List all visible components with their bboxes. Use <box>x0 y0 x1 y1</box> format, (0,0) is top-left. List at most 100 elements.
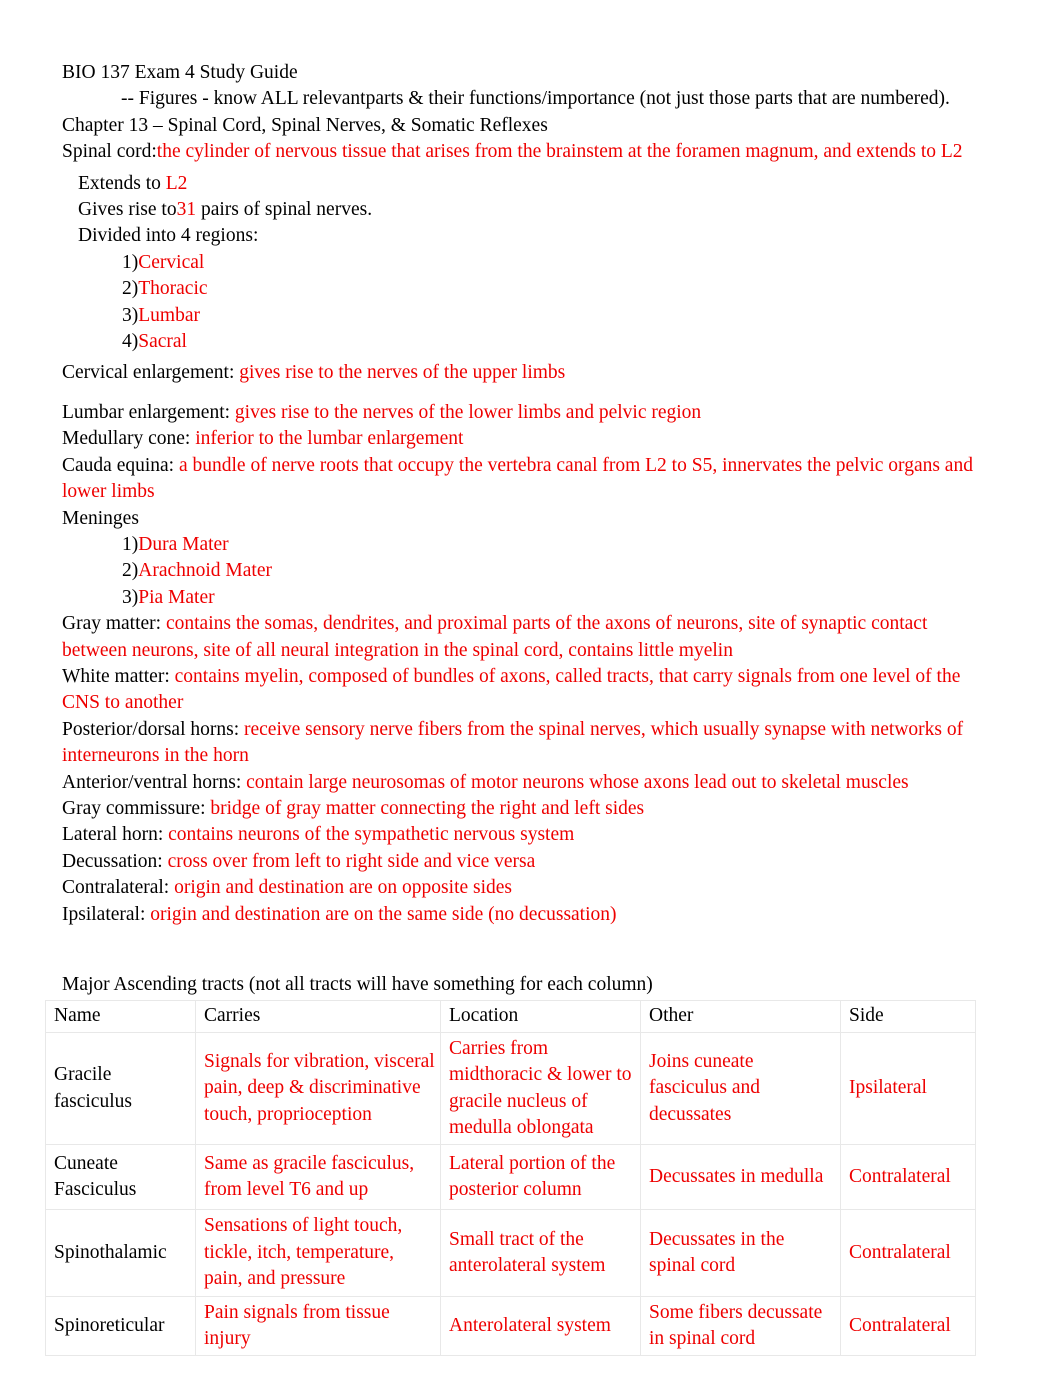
entry-anterior-horns: Anterior/ventral horns: contain large ne… <box>62 770 992 796</box>
table-row: Spinothalamic Sensations of light touch,… <box>45 1209 976 1297</box>
entry-posterior-horns: Posterior/dorsal horns: receive sensory … <box>62 717 992 770</box>
entry-label-a: Gives rise to <box>78 199 177 221</box>
list-number: 2) <box>122 278 139 300</box>
table-header-row: Name Carries Location Other Side <box>45 1000 976 1033</box>
cell-other: Decussates in medulla <box>640 1144 841 1211</box>
cell-location: Lateral portion of the posterior column <box>440 1144 641 1211</box>
cell-name: Gracile fasciculus <box>45 1031 196 1146</box>
list-label: Sacral <box>138 331 187 353</box>
column-header-carries: Carries <box>195 1000 441 1033</box>
entry-label: White matter: <box>62 665 175 687</box>
entry-label: Medullary cone: <box>62 428 196 450</box>
entry-cauda-equina: Cauda equina: a bundle of nerve roots th… <box>62 453 992 506</box>
entry-label: Lumbar enlargement: <box>62 401 235 423</box>
entry-answer: contains myelin, composed of bundles of … <box>62 665 961 714</box>
list-number: 1) <box>122 251 139 273</box>
entry-gray-matter: Gray matter: contains the somas, dendrit… <box>62 611 992 664</box>
entry-lateral-horn: Lateral horn: contains neurons of the sy… <box>62 822 992 848</box>
entry-answer: contains neurons of the sympathetic nerv… <box>168 824 575 846</box>
entry-answer: gives rise to the nerves of the lower li… <box>234 401 702 423</box>
table-row: Cuneate Fasciculus Same as gracile fasci… <box>45 1144 976 1211</box>
entry-extends-to: Extends to L2 <box>62 171 992 197</box>
cell-location: Small tract of the anterolateral system <box>440 1209 641 1297</box>
entry-label: Contralateral: <box>62 877 175 899</box>
entry-medullary-cone: Medullary cone: inferior to the lumbar e… <box>62 426 992 452</box>
list-item: 2)Thoracic <box>62 276 992 302</box>
entry-label: Spinal cord: <box>62 141 157 163</box>
list-label: Dura Mater <box>138 533 229 555</box>
entry-label: Cauda equina: <box>62 454 179 476</box>
entry-label: Extends to <box>78 172 166 194</box>
list-number: 4) <box>122 331 139 353</box>
entry-white-matter: White matter: contains myelin, composed … <box>62 664 992 717</box>
list-number: 3) <box>122 304 139 326</box>
entry-ipsilateral: Ipsilateral: origin and destination are … <box>62 902 992 928</box>
cell-carries: Sensations of light touch, tickle, itch,… <box>195 1209 441 1297</box>
entry-meninges: Meninges <box>62 507 139 529</box>
list-label: Thoracic <box>138 278 208 300</box>
entry-divided-regions: Divided into 4 regions: <box>78 225 259 247</box>
cell-side: Contralateral <box>840 1295 976 1357</box>
ascending-tracts-table: Name Carries Location Other Side Gracile… <box>45 1000 976 1357</box>
entry-answer: 31 <box>176 199 197 221</box>
list-item: 3)Pia Mater <box>62 585 992 611</box>
entry-answer: a bundle of nerve roots that occupy the … <box>62 454 973 503</box>
table-caption: Major Ascending tracts (not all tracts w… <box>62 974 653 995</box>
list-label: Pia Mater <box>138 586 215 608</box>
table-row: Spinoreticular Pain signals from tissue … <box>45 1295 976 1357</box>
list-number: 2) <box>122 560 139 582</box>
entry-answer: L2 <box>165 172 188 194</box>
entry-label: Lateral horn: <box>62 824 169 846</box>
entry-label: Gray commissure: <box>62 797 211 819</box>
list-number: 1) <box>122 533 139 555</box>
column-header-other: Other <box>640 1000 841 1033</box>
list-label: Lumbar <box>138 304 200 326</box>
list-item: 2)Arachnoid Mater <box>62 558 992 584</box>
entry-answer: origin and destination are on the same s… <box>150 903 617 925</box>
entry-gives-rise: Gives rise to31 pairs of spinal nerves. <box>62 197 992 223</box>
list-item: 3)Lumbar <box>62 303 992 329</box>
cell-carries: Signals for vibration, visceral pain, de… <box>195 1031 441 1146</box>
document-body: BIO 137 Exam 4 Study Guide -- Figures - … <box>45 60 992 1357</box>
list-item: 4)Sacral <box>62 329 992 355</box>
list-label: Cervical <box>138 251 205 273</box>
chapter-heading: Chapter 13 – Spinal Cord, Spinal Nerves,… <box>62 114 548 136</box>
entry-label: Gray matter: <box>62 613 166 635</box>
column-header-side: Side <box>840 1000 976 1033</box>
cell-carries: Same as gracile fasciculus, from level T… <box>195 1144 441 1211</box>
entry-answer: contain large neurosomas of motor neuron… <box>246 771 909 793</box>
entry-answer: gives rise to the nerves of the upper li… <box>239 362 566 384</box>
entry-gray-commissure: Gray commissure: bridge of gray matter c… <box>62 796 992 822</box>
cell-name: Cuneate Fasciculus <box>45 1144 196 1211</box>
cell-side: Contralateral <box>840 1209 976 1297</box>
entry-label: Ipsilateral: <box>62 903 151 925</box>
entry-answer: bridge of gray matter connecting the rig… <box>210 797 645 819</box>
entry-decussation: Decussation: cross over from left to rig… <box>62 849 992 875</box>
entry-label: Decussation: <box>62 850 168 872</box>
entry-answer: contains the somas, dendrites, and proxi… <box>62 613 928 661</box>
entry-cervical-enlargement: Cervical enlargement: gives rise to the … <box>62 360 992 386</box>
entry-lumbar-enlargement: Lumbar enlargement: gives rise to the ne… <box>62 400 992 426</box>
page-title: BIO 137 Exam 4 Study Guide <box>62 62 298 83</box>
cell-other: Some fibers decussate in spinal cord <box>640 1295 841 1357</box>
cell-other: Joins cuneate fasciculus and decussates <box>640 1031 841 1146</box>
cell-name: Spinoreticular <box>45 1295 196 1357</box>
entry-answer: cross over from left to right side and v… <box>167 850 536 872</box>
figures-note: -- Figures - know ALL relevantparts & th… <box>121 88 950 110</box>
entry-label: Posterior/dorsal horns: <box>62 718 244 740</box>
list-label: Arachnoid Mater <box>138 560 272 582</box>
entry-label-b: pairs of spinal nerves. <box>196 199 373 221</box>
entry-answer: inferior to the lumbar enlargement <box>195 428 464 450</box>
list-number: 3) <box>122 586 139 608</box>
document-page: BIO 137 Exam 4 Study Guide -- Figures - … <box>0 0 1062 1377</box>
entry-answer: origin and destination are on opposite s… <box>174 877 513 899</box>
cell-side: Ipsilateral <box>840 1031 976 1146</box>
entry-spinal-cord: Spinal cord:the cylinder of nervous tiss… <box>62 139 992 165</box>
cell-location: Anterolateral system <box>440 1295 641 1357</box>
entry-label: Anterior/ventral horns: <box>62 771 247 793</box>
entry-label: Cervical enlargement: <box>62 362 240 384</box>
column-header-location: Location <box>440 1000 641 1033</box>
list-item: 1)Dura Mater <box>62 532 992 558</box>
